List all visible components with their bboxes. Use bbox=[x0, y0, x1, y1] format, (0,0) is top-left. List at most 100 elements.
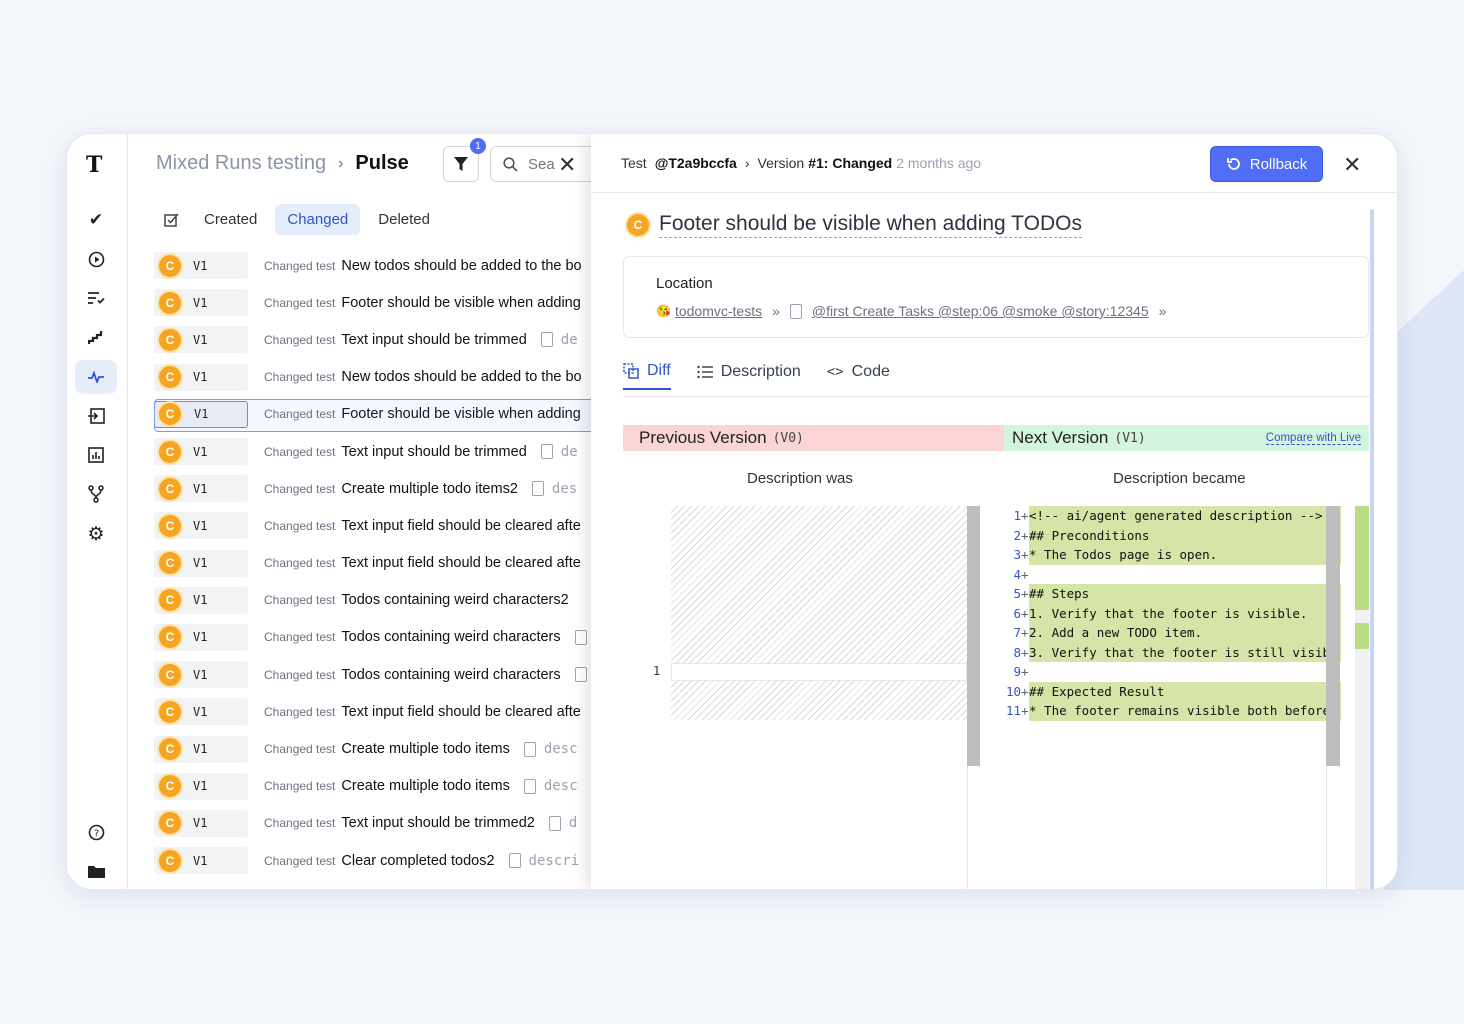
code-line: 6 +1. Verify that the footer is visible. bbox=[1003, 603, 1341, 623]
tab-description[interactable]: Description bbox=[697, 362, 801, 390]
test-id[interactable]: @T2a9bccfa bbox=[655, 155, 737, 171]
code-line: 7 +2. Add a new TODO item. bbox=[1003, 623, 1341, 643]
detail-scrollbar[interactable] bbox=[1370, 209, 1374, 889]
changed-status-icon: C bbox=[159, 552, 181, 575]
line-number: 9 bbox=[1013, 664, 1021, 680]
changed-status-icon: C bbox=[159, 328, 181, 351]
sidebar: T ✔ ⚙ ? bbox=[67, 134, 128, 889]
list-item[interactable]: C V1 Changed test Footer should be visible … bbox=[154, 284, 594, 321]
tab-diff[interactable]: Diff bbox=[623, 362, 671, 390]
plans-list-icon[interactable] bbox=[75, 281, 117, 315]
tab-changed[interactable]: Changed bbox=[275, 204, 361, 235]
minimap-added-block bbox=[1355, 623, 1369, 649]
line-text: ## Expected Result bbox=[1029, 681, 1341, 701]
description-indicator: desc bbox=[523, 778, 578, 794]
compare-live-link[interactable]: Compare with Live bbox=[1265, 432, 1361, 445]
line-text: 3. Verify that the footer is still visib… bbox=[1029, 642, 1341, 662]
detail-header: Test @T2a9bccfa › Version #1: Changed 2 … bbox=[621, 155, 981, 171]
breadcrumb-parent[interactable]: Mixed Runs testing bbox=[156, 152, 326, 175]
code-line: 8 +3. Verify that the footer is still vis… bbox=[1003, 642, 1341, 662]
branches-icon[interactable] bbox=[75, 477, 117, 511]
tab-code-label: Code bbox=[851, 363, 890, 380]
rollback-button[interactable]: Rollback bbox=[1210, 146, 1323, 182]
list-item[interactable]: C V1 Changed test Text input field should b… bbox=[154, 693, 594, 730]
list-item[interactable]: C V1 Changed test Text input should be trim… bbox=[154, 805, 594, 842]
select-all-icon[interactable] bbox=[156, 212, 186, 227]
test-name: Text input field should be cleared afte bbox=[341, 703, 581, 720]
list-item[interactable]: C V1 Changed test Text input field should b… bbox=[154, 507, 594, 544]
tab-code[interactable]: <> Code bbox=[827, 362, 890, 390]
line-text: 1. Verify that the footer is visible. bbox=[1029, 603, 1341, 623]
app-window: T ✔ ⚙ ? Mixed Runs testing › Pulse 1 Sea… bbox=[66, 133, 1398, 890]
list-item[interactable]: C V1 Changed test Todos containing weird ch… bbox=[154, 619, 594, 656]
changed-status-icon: C bbox=[159, 291, 181, 314]
line-text: ## Preconditions bbox=[1029, 525, 1341, 545]
test-name: Text input should be trimmed bbox=[341, 331, 527, 348]
tab-description-label: Description bbox=[720, 363, 801, 380]
test-name: Todos containing weird characters bbox=[341, 666, 561, 683]
list-item[interactable]: C V1 Changed test Todos containing weird ch… bbox=[154, 582, 594, 619]
change-tag: Changed test bbox=[264, 779, 336, 794]
runs-play-icon[interactable] bbox=[75, 242, 117, 276]
version-compare-bar: Previous Version (V0) Next Version (V1) … bbox=[623, 425, 1369, 451]
list-item[interactable]: C V1 Changed test Create multiple todo item… bbox=[154, 470, 594, 507]
diff-minimap[interactable] bbox=[1355, 506, 1369, 889]
pulse-icon[interactable] bbox=[75, 360, 117, 394]
test-label: Test bbox=[621, 155, 647, 171]
code-line: 9 + bbox=[1003, 662, 1341, 682]
changes-list: C V1 Changed test New todos should be added… bbox=[154, 247, 614, 879]
close-search-icon[interactable]: ✕ bbox=[558, 152, 576, 178]
line-number: 10 bbox=[1005, 683, 1021, 699]
list-item[interactable]: C V1 Changed test Footer should be visible … bbox=[154, 396, 614, 433]
suite-emoji-icon: 😘 bbox=[656, 304, 671, 318]
description-indicator: d bbox=[548, 815, 577, 831]
location-path: 😘 todomvc-tests » @first Create Tasks @s… bbox=[656, 303, 1166, 319]
settings-gear-icon[interactable]: ⚙ bbox=[75, 517, 117, 551]
list-item[interactable]: C V1 Changed test Create multiple todo item… bbox=[154, 730, 594, 767]
tests-check-icon[interactable]: ✔ bbox=[75, 203, 117, 237]
list-item[interactable]: C V1 Changed test Text input should be trim… bbox=[154, 321, 594, 358]
description-file-icon bbox=[523, 741, 536, 757]
change-tag: Changed test bbox=[264, 630, 336, 645]
help-icon[interactable]: ? bbox=[75, 815, 117, 849]
tab-deleted[interactable]: Deleted bbox=[366, 204, 442, 235]
description-was-label: Description was bbox=[747, 470, 853, 487]
previous-version-code: (V0) bbox=[772, 430, 804, 446]
changes-list-panel: Mixed Runs testing › Pulse 1 ✕ Created C… bbox=[128, 134, 614, 889]
added-marker: + bbox=[1021, 586, 1029, 602]
description-text: de bbox=[560, 331, 578, 348]
change-tag: Changed test bbox=[264, 853, 336, 868]
close-detail-icon[interactable]: ✕ bbox=[1343, 152, 1361, 178]
search-box[interactable] bbox=[490, 146, 600, 182]
test-title-text[interactable]: Footer should be visible when adding TOD… bbox=[659, 212, 1082, 238]
code-line: 3 + * The Todos page is open. bbox=[1003, 545, 1341, 565]
import-icon[interactable] bbox=[75, 399, 117, 433]
list-item[interactable]: C V1 Changed test Todos containing weird ch… bbox=[154, 656, 594, 693]
test-name: New todos should be added to the bo bbox=[341, 369, 582, 386]
projects-folder-icon[interactable] bbox=[75, 854, 117, 888]
list-item[interactable]: C V1 Changed test New todos should be added… bbox=[154, 247, 594, 284]
analytics-icon[interactable] bbox=[75, 438, 117, 472]
suite-link[interactable]: todomvc-tests bbox=[675, 303, 762, 319]
line-text: * The footer remains visible both before bbox=[1029, 701, 1341, 721]
tab-created[interactable]: Created bbox=[192, 204, 269, 235]
change-tag: Changed test bbox=[264, 704, 336, 719]
line-text bbox=[1029, 565, 1341, 585]
list-item[interactable]: C V1 Changed test Clear completed todos2 des… bbox=[154, 842, 594, 879]
steps-icon[interactable] bbox=[75, 320, 117, 354]
filter-icon bbox=[454, 157, 468, 171]
logo[interactable]: T bbox=[86, 152, 102, 178]
test-name: Todos containing weird characters bbox=[341, 629, 561, 646]
rollback-icon bbox=[1226, 158, 1240, 170]
list-item[interactable]: C V1 Changed test New todos should be added… bbox=[154, 359, 594, 396]
list-item[interactable]: C V1 Changed test Text input field should b… bbox=[154, 545, 594, 582]
list-item[interactable]: C V1 Changed test Create multiple todo item… bbox=[154, 768, 594, 805]
list-item[interactable]: C V1 Changed test Text input should be trim… bbox=[154, 433, 594, 470]
change-tag: Changed test bbox=[264, 742, 336, 757]
line-number: 8 bbox=[1013, 644, 1021, 660]
test-title: C Footer should be visible when adding T… bbox=[627, 212, 1082, 238]
svg-text:?: ? bbox=[93, 828, 98, 839]
added-marker: + bbox=[1021, 508, 1029, 524]
tags-link[interactable]: @first Create Tasks @step:06 @smoke @sto… bbox=[812, 303, 1149, 319]
page-title: Pulse bbox=[355, 152, 409, 174]
